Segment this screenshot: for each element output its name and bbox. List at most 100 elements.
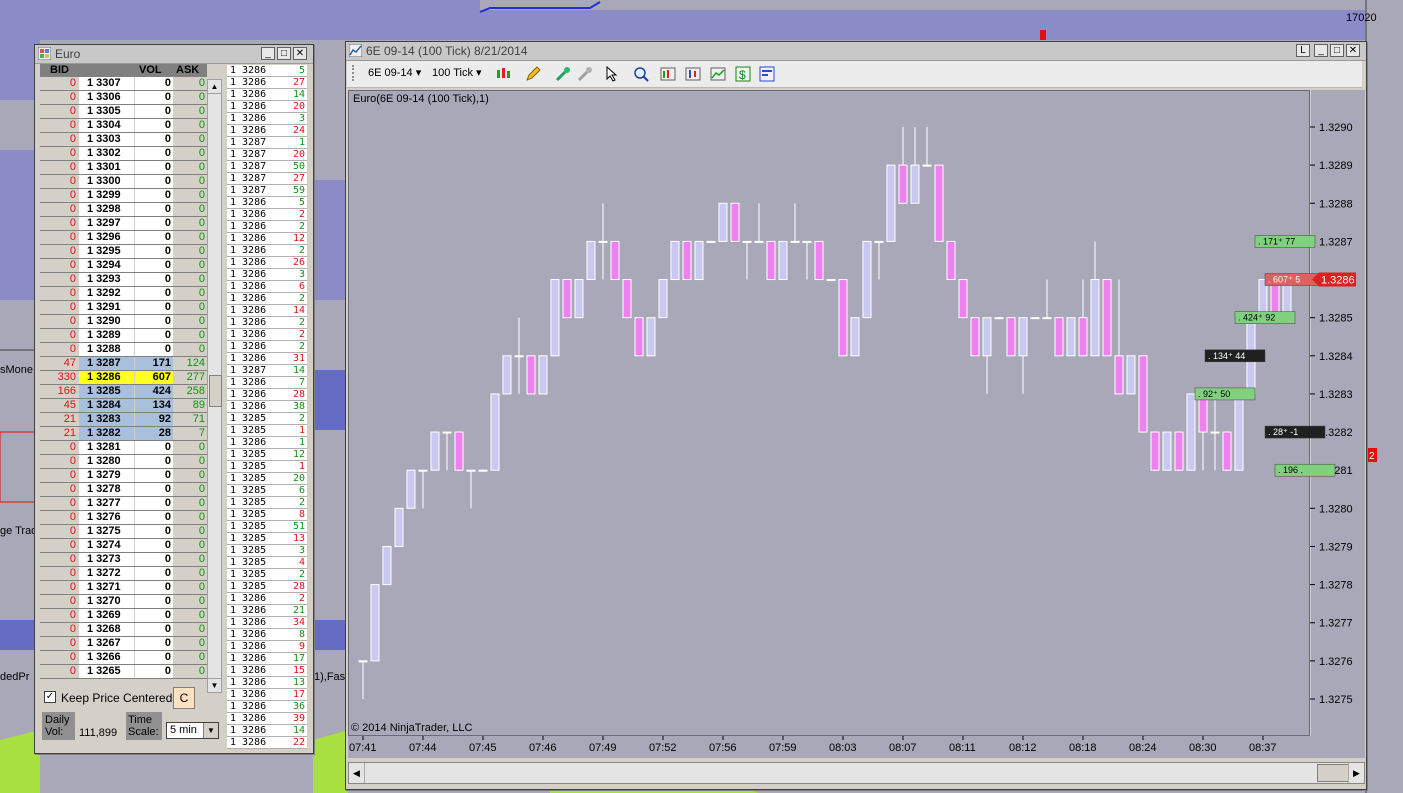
ladder-price-cell[interactable]: 1 3301 xyxy=(79,161,134,174)
ladder-price-cell[interactable]: 1 3273 xyxy=(79,553,134,566)
ladder-vol-cell[interactable]: 424 xyxy=(135,385,173,398)
ladder-price-cell[interactable]: 1 3293 xyxy=(79,273,134,286)
ladder-ask-cell[interactable]: 0 xyxy=(174,301,207,314)
ladder-bid-cell[interactable]: 0 xyxy=(40,469,78,482)
ladder-vol-cell[interactable]: 0 xyxy=(135,189,173,202)
ladder-bid-cell[interactable]: 0 xyxy=(40,539,78,552)
ladder-vol-cell[interactable]: 0 xyxy=(135,245,173,258)
ladder-vol-cell[interactable]: 0 xyxy=(135,329,173,342)
ladder-bid-cell[interactable]: 0 xyxy=(40,119,78,132)
ladder-ask-cell[interactable]: 0 xyxy=(174,161,207,174)
ladder-vol-cell[interactable]: 0 xyxy=(135,175,173,188)
ladder-vol-cell[interactable]: 0 xyxy=(135,525,173,538)
ladder-ask-cell[interactable]: 0 xyxy=(174,469,207,482)
ladder-price-cell[interactable]: 1 3290 xyxy=(79,315,134,328)
ladder-ask-cell[interactable]: 0 xyxy=(174,175,207,188)
zoom-out-icon[interactable] xyxy=(577,66,593,82)
ladder-ask-cell[interactable]: 0 xyxy=(174,581,207,594)
ladder-row[interactable]: 01 3305 0 0 xyxy=(40,105,207,119)
ladder-bid-cell[interactable]: 0 xyxy=(40,133,78,146)
ladder-ask-cell[interactable]: 0 xyxy=(174,287,207,300)
ladder-price-cell[interactable]: 1 3274 xyxy=(79,539,134,552)
chart-restore-button[interactable]: L xyxy=(1296,44,1310,57)
ladder-ask-cell[interactable]: 0 xyxy=(174,441,207,454)
hscroll-thumb[interactable] xyxy=(1317,764,1349,782)
ladder-price-cell[interactable]: 1 3294 xyxy=(79,259,134,272)
ladder-ask-cell[interactable]: 0 xyxy=(174,147,207,160)
ladder-price-cell[interactable]: 1 3271 xyxy=(79,581,134,594)
chevron-down-icon[interactable]: ▼ xyxy=(203,723,218,738)
ladder-vol-cell[interactable]: 0 xyxy=(135,217,173,230)
ladder-vol-cell[interactable]: 0 xyxy=(135,623,173,636)
ladder-row[interactable]: 01 3274 0 0 xyxy=(40,539,207,553)
cursor-icon[interactable] xyxy=(605,66,621,82)
ladder-ask-cell[interactable]: 124 xyxy=(174,357,207,370)
ladder-bid-cell[interactable]: 0 xyxy=(40,511,78,524)
ladder-ask-cell[interactable]: 0 xyxy=(174,133,207,146)
ladder-ask-cell[interactable]: 0 xyxy=(174,343,207,356)
ladder-bid-cell[interactable]: 21 xyxy=(40,413,78,426)
ladder-ask-cell[interactable]: 0 xyxy=(174,329,207,342)
ladder-ask-cell[interactable]: 0 xyxy=(174,189,207,202)
ladder-bid-cell[interactable]: 0 xyxy=(40,147,78,160)
bar-type-icon[interactable] xyxy=(495,66,511,82)
ladder-vol-cell[interactable]: 0 xyxy=(135,301,173,314)
dom-titlebar[interactable]: Euro _ □ ✕ xyxy=(35,45,313,64)
ladder-price-cell[interactable]: 1 3268 xyxy=(79,623,134,636)
ladder-bid-cell[interactable]: 0 xyxy=(40,77,78,90)
ladder-bid-cell[interactable]: 0 xyxy=(40,301,78,314)
ladder-row[interactable]: 01 3293 0 0 xyxy=(40,273,207,287)
ladder-price-cell[interactable]: 1 3302 xyxy=(79,147,134,160)
ladder-ask-cell[interactable]: 0 xyxy=(174,637,207,650)
ladder-row[interactable]: 01 3276 0 0 xyxy=(40,511,207,525)
ladder-price-cell[interactable]: 1 3265 xyxy=(79,665,134,678)
ladder-row[interactable]: 21 1 3283 92 71 xyxy=(40,413,207,427)
chart-minimize-button[interactable]: _ xyxy=(1314,44,1328,57)
ladder-bid-cell[interactable]: 21 xyxy=(40,427,78,440)
ladder-bid-cell[interactable]: 47 xyxy=(40,357,78,370)
ladder-ask-cell[interactable]: 0 xyxy=(174,623,207,636)
ladder-bid-cell[interactable]: 0 xyxy=(40,553,78,566)
bid-header[interactable]: BID xyxy=(50,64,69,76)
ladder-price-cell[interactable]: 1 3289 xyxy=(79,329,134,342)
ladder-bid-cell[interactable]: 0 xyxy=(40,525,78,538)
ladder-row[interactable]: 01 3300 0 0 xyxy=(40,175,207,189)
chart-close-button[interactable]: ✕ xyxy=(1346,44,1360,57)
ladder-ask-cell[interactable]: 0 xyxy=(174,567,207,580)
ladder-ask-cell[interactable]: 0 xyxy=(174,77,207,90)
ladder-vol-cell[interactable]: 0 xyxy=(135,581,173,594)
ladder-row[interactable]: 01 3295 0 0 xyxy=(40,245,207,259)
ladder-vol-cell[interactable]: 0 xyxy=(135,133,173,146)
ladder-price-cell[interactable]: 1 3297 xyxy=(79,217,134,230)
ladder-bid-cell[interactable]: 166 xyxy=(40,385,78,398)
ladder-row[interactable]: 01 3298 0 0 xyxy=(40,203,207,217)
ladder-price-cell[interactable]: 1 3299 xyxy=(79,189,134,202)
ladder-row[interactable]: 01 3296 0 0 xyxy=(40,231,207,245)
ladder-row[interactable]: 45 1 3284 134 89 xyxy=(40,399,207,413)
ladder-price-cell[interactable]: 1 3304 xyxy=(79,119,134,132)
ladder-vol-cell[interactable]: 0 xyxy=(135,161,173,174)
ladder-price-cell[interactable]: 1 3305 xyxy=(79,105,134,118)
ladder-bid-cell[interactable]: 330 xyxy=(40,371,78,384)
ladder-bid-cell[interactable]: 0 xyxy=(40,189,78,202)
ladder-ask-cell[interactable]: 7 xyxy=(174,427,207,440)
ladder-vol-cell[interactable]: 0 xyxy=(135,315,173,328)
ladder-price-cell[interactable]: 1 3278 xyxy=(79,483,134,496)
ladder-ask-cell[interactable]: 71 xyxy=(174,413,207,426)
ladder-row[interactable]: 01 3277 0 0 xyxy=(40,497,207,511)
ladder-row[interactable]: 01 3279 0 0 xyxy=(40,469,207,483)
ladder-row[interactable]: 01 3306 0 0 xyxy=(40,91,207,105)
ladder-vol-cell[interactable]: 0 xyxy=(135,539,173,552)
ladder-price-cell[interactable]: 1 3276 xyxy=(79,511,134,524)
ladder-row[interactable]: 01 3280 0 0 xyxy=(40,455,207,469)
ladder-row[interactable]: 01 3272 0 0 xyxy=(40,567,207,581)
ladder-ask-cell[interactable]: 0 xyxy=(174,525,207,538)
ladder-ask-cell[interactable]: 0 xyxy=(174,231,207,244)
ladder-ask-cell[interactable]: 0 xyxy=(174,273,207,286)
pencil-icon[interactable] xyxy=(525,66,541,82)
ladder-ask-cell[interactable]: 0 xyxy=(174,511,207,524)
ladder-vol-cell[interactable]: 0 xyxy=(135,595,173,608)
ladder-row[interactable]: 166 1 3285 424 258 xyxy=(40,385,207,399)
ladder-bid-cell[interactable]: 0 xyxy=(40,651,78,664)
ladder-bid-cell[interactable]: 45 xyxy=(40,399,78,412)
